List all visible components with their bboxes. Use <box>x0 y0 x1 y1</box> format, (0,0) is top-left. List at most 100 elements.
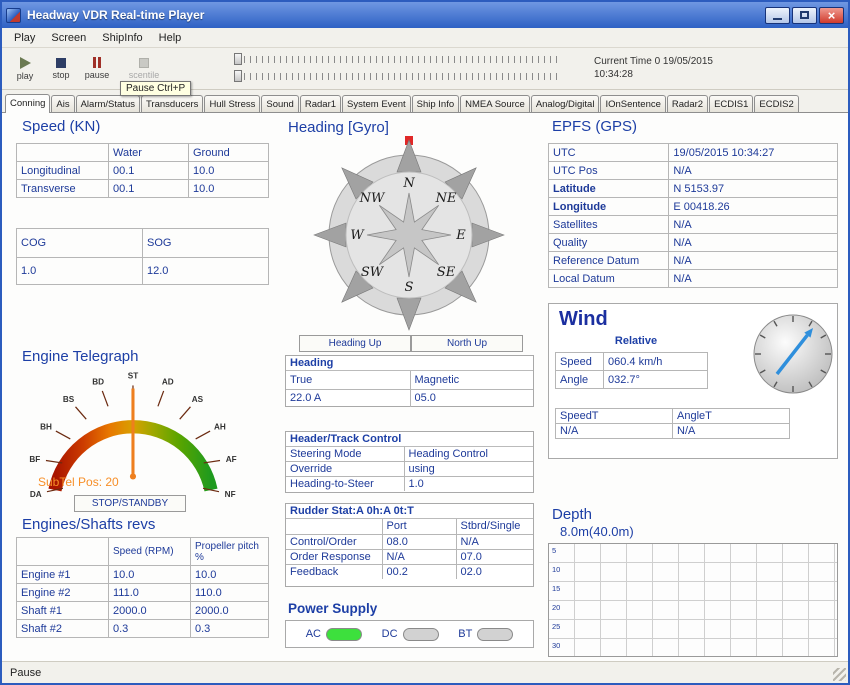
tab-radar2[interactable]: Radar2 <box>667 95 708 112</box>
tab-conning[interactable]: Conning <box>5 94 50 113</box>
app-icon <box>6 8 21 23</box>
col-header-water: Water <box>109 144 189 162</box>
rudder-stbd-value: N/A <box>456 534 533 549</box>
power-indicator-bt <box>477 628 513 641</box>
stop-standby-button[interactable]: STOP/STANDBY <box>74 495 186 512</box>
minimize-icon <box>773 18 782 20</box>
tab-nmea-source[interactable]: NMEA Source <box>460 95 530 112</box>
col-header-ground: Ground <box>189 144 269 162</box>
resize-grip[interactable] <box>833 668 846 681</box>
compass-letter-s: S <box>405 280 414 295</box>
wind-gauge <box>751 312 835 396</box>
rudder-port-value: 00.2 <box>382 564 456 579</box>
menu-play[interactable]: Play <box>6 30 43 46</box>
table-row: COG SOG <box>17 229 269 258</box>
table-row: Local DatumN/A <box>549 270 838 288</box>
stop-button[interactable]: stop <box>44 51 78 86</box>
telegraph-section-title: Engine Telegraph <box>22 348 138 365</box>
titlebar: Headway VDR Real-time Player <box>2 2 848 28</box>
timeline-ruler-bottom[interactable] <box>238 73 562 80</box>
scale-label: BH <box>40 422 52 431</box>
subtel-position: SubTel Pos: 20 <box>38 475 119 489</box>
corner-cell <box>17 538 109 566</box>
pause-button[interactable]: pause <box>80 51 114 86</box>
heading-up-button[interactable]: Heading Up <box>299 335 411 352</box>
scale-label: AH <box>214 422 226 431</box>
scale-label: DA <box>30 490 42 499</box>
wind-speed-value: 060.4 km/h <box>604 353 708 371</box>
speed-ground-value: 10.0 <box>189 180 269 198</box>
tab-hull-stress[interactable]: Hull Stress <box>204 95 260 112</box>
col-header-speedt: SpeedT <box>556 409 673 424</box>
wind-true-table: SpeedT AngleT N/A N/A <box>555 408 789 439</box>
timeline-thumb-bottom[interactable] <box>234 70 242 82</box>
close-button[interactable] <box>819 7 844 24</box>
epfs-value: 19/05/2015 10:34:27 <box>669 144 838 162</box>
col-header-anglet: AngleT <box>673 409 790 424</box>
menu-screen[interactable]: Screen <box>43 30 94 46</box>
compass-letter-w: W <box>350 228 365 243</box>
depth-scale-label: 25 <box>552 622 560 631</box>
compass-letter-sw: SW <box>361 265 385 280</box>
row-label: Shaft #1 <box>17 602 109 620</box>
power-indicator-ac <box>326 628 362 641</box>
tab-alarm-status[interactable]: Alarm/Status <box>76 95 140 112</box>
heading-panel-title: Heading <box>286 356 533 371</box>
play-button[interactable]: play <box>8 51 42 86</box>
compass-letter-se: SE <box>437 265 456 280</box>
menu-shipinfo[interactable]: ShipInfo <box>94 30 150 46</box>
tab-radar1[interactable]: Radar1 <box>300 95 341 112</box>
tab-ionsentence[interactable]: IOnSentence <box>600 95 665 112</box>
maximize-button[interactable] <box>792 7 817 24</box>
row-label: Heading-to-Steer <box>286 477 404 492</box>
current-time: Current Time 0 19/05/2015 10:34:28 <box>594 55 713 81</box>
menu-help[interactable]: Help <box>151 30 190 46</box>
epfs-value: N/A <box>669 252 838 270</box>
stop-label: stop <box>52 70 69 80</box>
pause-label: pause <box>85 70 110 80</box>
rudder-panel-title: Rudder Stat:A 0h:A 0t:T <box>286 504 533 519</box>
table-row: Shaft #2 0.3 0.3 <box>17 620 269 638</box>
row-label: Reference Datum <box>549 252 669 270</box>
col-header-pitch: Propeller pitch % <box>191 538 269 566</box>
power-item-ac: AC <box>306 628 362 641</box>
row-label: Local Datum <box>549 270 669 288</box>
table-row: Water Ground <box>17 144 269 162</box>
statusbar: Pause <box>2 661 848 683</box>
table-row: Angle 032.7° <box>556 371 708 389</box>
table-row: Engine #1 10.0 10.0 <box>17 566 269 584</box>
epfs-section-title: EPFS (GPS) <box>552 118 637 135</box>
stop-icon <box>56 58 66 68</box>
engine-pitch-value: 110.0 <box>191 584 269 602</box>
table-row: Steering Mode Heading Control <box>286 447 533 462</box>
tab-sound[interactable]: Sound <box>261 95 298 112</box>
tab-transducers[interactable]: Transducers <box>141 95 203 112</box>
tab-ais[interactable]: Ais <box>51 95 74 112</box>
window-title: Headway VDR Real-time Player <box>27 8 763 22</box>
table-row: QualityN/A <box>549 234 838 252</box>
disabled-tool-label: scentile <box>129 70 160 80</box>
tab-system-event[interactable]: System Event <box>342 95 411 112</box>
row-label: UTC <box>549 144 669 162</box>
row-label: Override <box>286 462 404 477</box>
row-label: Shaft #2 <box>17 620 109 638</box>
row-label: Longitudinal <box>17 162 109 180</box>
north-up-button[interactable]: North Up <box>411 335 523 352</box>
tab-ecdis2[interactable]: ECDIS2 <box>754 95 798 112</box>
timeline-ruler-top[interactable] <box>238 56 562 63</box>
tab-ship-info[interactable]: Ship Info <box>412 95 460 112</box>
engine-pitch-value: 2000.0 <box>191 602 269 620</box>
engine-speed-value: 111.0 <box>109 584 191 602</box>
timeline-thumb-top[interactable] <box>234 53 242 65</box>
disabled-tool-icon <box>139 58 149 68</box>
rudder-port-value: 08.0 <box>382 534 456 549</box>
tab-ecdis1[interactable]: ECDIS1 <box>709 95 753 112</box>
minimize-button[interactable] <box>765 7 790 24</box>
heading-panel: Heading True Magnetic 22.0 A 05.0 <box>285 355 534 407</box>
table-row: Longitudinal 00.1 10.0 <box>17 162 269 180</box>
tab-analog-digital[interactable]: Analog/Digital <box>531 95 600 112</box>
gyro-section-title: Heading [Gyro] <box>288 119 389 136</box>
depth-chart: 5 10 15 20 25 30 <box>548 543 838 657</box>
gyro-compass: N NE E SE S SW W NW <box>294 136 524 332</box>
table-row: SpeedT AngleT <box>556 409 790 424</box>
